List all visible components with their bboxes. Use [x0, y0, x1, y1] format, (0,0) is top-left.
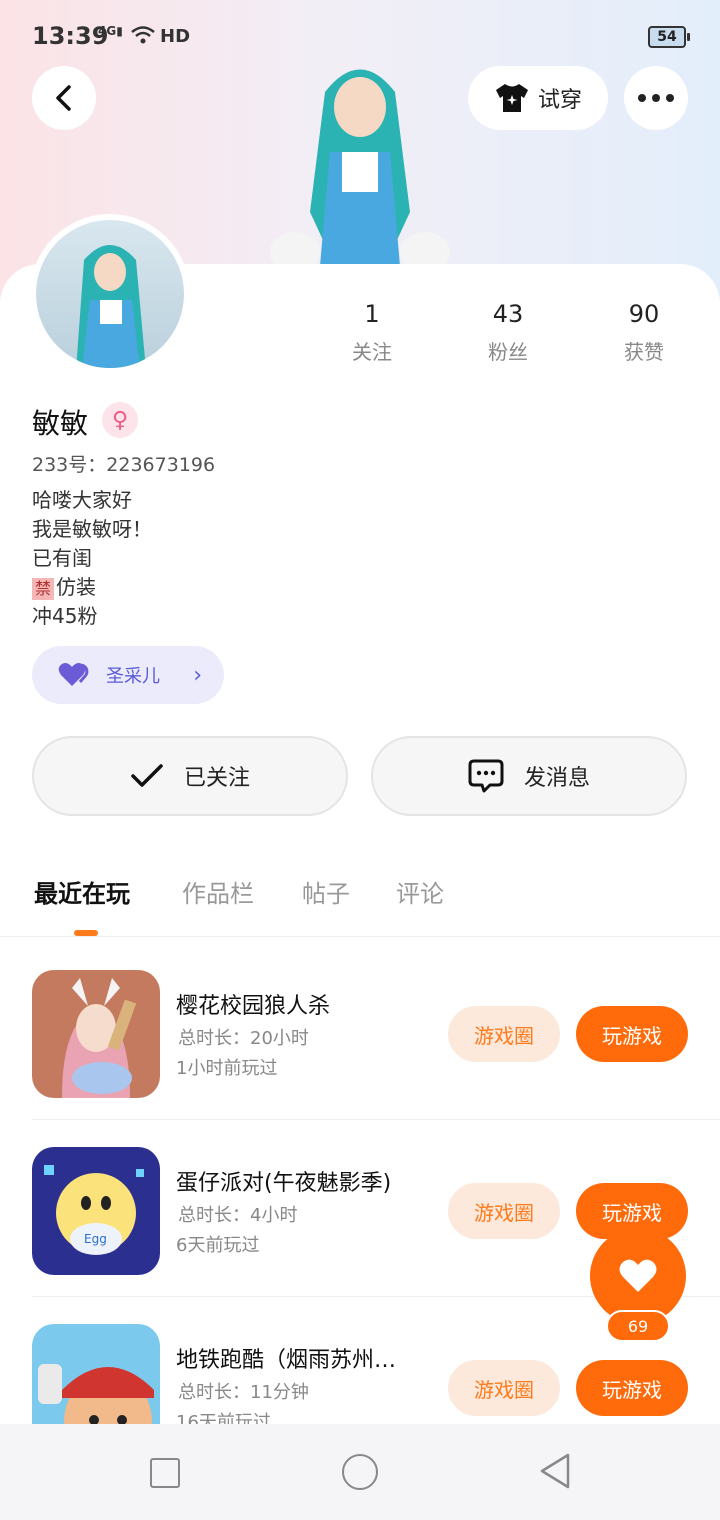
heart-icon: [619, 1259, 657, 1292]
chevron-left-icon: [56, 85, 71, 111]
user-bio: 哈喽大家好 我是敏敏呀！ 已有闺 禁仿装 冲45粉: [32, 486, 152, 631]
send-message-button[interactable]: 发消息: [371, 736, 687, 816]
active-tab-indicator: [74, 930, 98, 936]
forbidden-tag: 禁: [32, 577, 54, 600]
chat-bubble-icon: [468, 759, 504, 793]
svg-text:Egg: Egg: [84, 1232, 107, 1246]
avatar-3d-figure: [270, 69, 450, 266]
back-button[interactable]: [32, 66, 96, 130]
checkmark-icon: [131, 764, 163, 787]
divider: [32, 1119, 720, 1120]
user-id-value: 223673196: [106, 454, 216, 476]
like-count: 69: [606, 1310, 670, 1342]
clock: 13:39: [32, 22, 109, 50]
game-duration: 总时长：11分钟: [178, 1382, 309, 1403]
game-duration: 总时长：4小时: [178, 1205, 298, 1226]
game-last-played: 6天前玩过: [176, 1235, 260, 1256]
bio-line: 禁仿装: [32, 573, 152, 602]
more-options-button[interactable]: [624, 66, 688, 130]
stat-followers[interactable]: 43 粉丝: [448, 300, 568, 365]
likes-count: 90: [628, 300, 660, 328]
game-circle-button[interactable]: 游戏圈: [448, 1360, 560, 1416]
game-title: 地铁跑酷（烟雨苏州…: [176, 1348, 397, 1373]
bio-line: 我是敏敏呀！: [32, 517, 152, 541]
game-icon: [32, 970, 160, 1098]
user-id-label: 233号：: [32, 454, 107, 476]
hd-icon: HD: [160, 26, 191, 47]
game-title: 蛋仔派对(午夜魅影季): [176, 1171, 392, 1196]
try-on-button[interactable]: 试穿: [468, 66, 608, 130]
game-circle-button[interactable]: 游戏圈: [448, 1183, 560, 1239]
avatar-image: [36, 220, 184, 368]
followers-label: 粉丝: [488, 340, 528, 364]
game-circle-button[interactable]: 游戏圈: [448, 1006, 560, 1062]
stat-likes[interactable]: 90 获赞: [584, 300, 704, 365]
avatar[interactable]: [30, 214, 190, 374]
bio-line: 已有闺: [32, 546, 92, 570]
following-button-label: 已关注: [183, 766, 250, 791]
chevron-right-icon: ›: [193, 662, 202, 688]
game-icon: Egg: [32, 1147, 160, 1275]
game-duration: 总时长：20小时: [178, 1028, 309, 1049]
list-item[interactable]: 樱花校园狼人杀 总时长：20小时 1小时前玩过 游戏圈 玩游戏: [0, 944, 720, 1120]
heart-group-icon: [58, 663, 89, 686]
wifi-icon: [131, 26, 155, 44]
stat-following[interactable]: 1 关注: [312, 300, 432, 365]
user-name: 敏敏: [32, 407, 89, 440]
system-nav-bar: [0, 1424, 720, 1520]
game-last-played: 16天前玩过: [176, 1412, 271, 1424]
status-bar: 13:39 4G▮ HD 54: [0, 0, 720, 72]
bio-line: 冲45粉: [32, 604, 98, 628]
play-game-button[interactable]: 玩游戏: [576, 1006, 688, 1062]
tab-recently-played[interactable]: 最近在玩: [34, 874, 130, 909]
tab-comments[interactable]: 评论: [396, 874, 444, 909]
bio-line: 哈喽大家好: [32, 488, 132, 512]
user-id: 233号：223673196: [32, 450, 215, 477]
tab-posts[interactable]: 帖子: [302, 874, 350, 909]
more-dots-icon: [638, 94, 674, 102]
game-title: 樱花校园狼人杀: [176, 994, 331, 1019]
tshirt-icon: [495, 84, 528, 112]
game-last-played: 1小时前玩过: [176, 1058, 278, 1079]
following-label: 关注: [352, 340, 392, 364]
home-button[interactable]: [342, 1454, 378, 1490]
profile-tabs: 最近在玩 作品栏 帖子 评论: [0, 870, 720, 937]
back-nav-button[interactable]: [538, 1452, 572, 1490]
signal-icon: 4G▮: [98, 24, 123, 38]
try-on-label: 试穿: [537, 88, 582, 113]
game-icon: [32, 1324, 160, 1424]
likes-label: 获赞: [624, 340, 664, 364]
following-count: 1: [364, 300, 380, 328]
tab-works[interactable]: 作品栏: [182, 874, 254, 909]
recent-apps-button[interactable]: [150, 1458, 180, 1488]
followers-count: 43: [492, 300, 524, 328]
group-chip[interactable]: 圣采儿 ›: [32, 646, 224, 704]
send-message-label: 发消息: [523, 766, 590, 791]
following-button[interactable]: 已关注: [32, 736, 348, 816]
battery-icon: 54: [648, 26, 690, 48]
play-game-button[interactable]: 玩游戏: [576, 1360, 688, 1416]
female-gender-icon: ♀: [102, 402, 138, 438]
group-name: 圣采儿: [106, 666, 160, 687]
